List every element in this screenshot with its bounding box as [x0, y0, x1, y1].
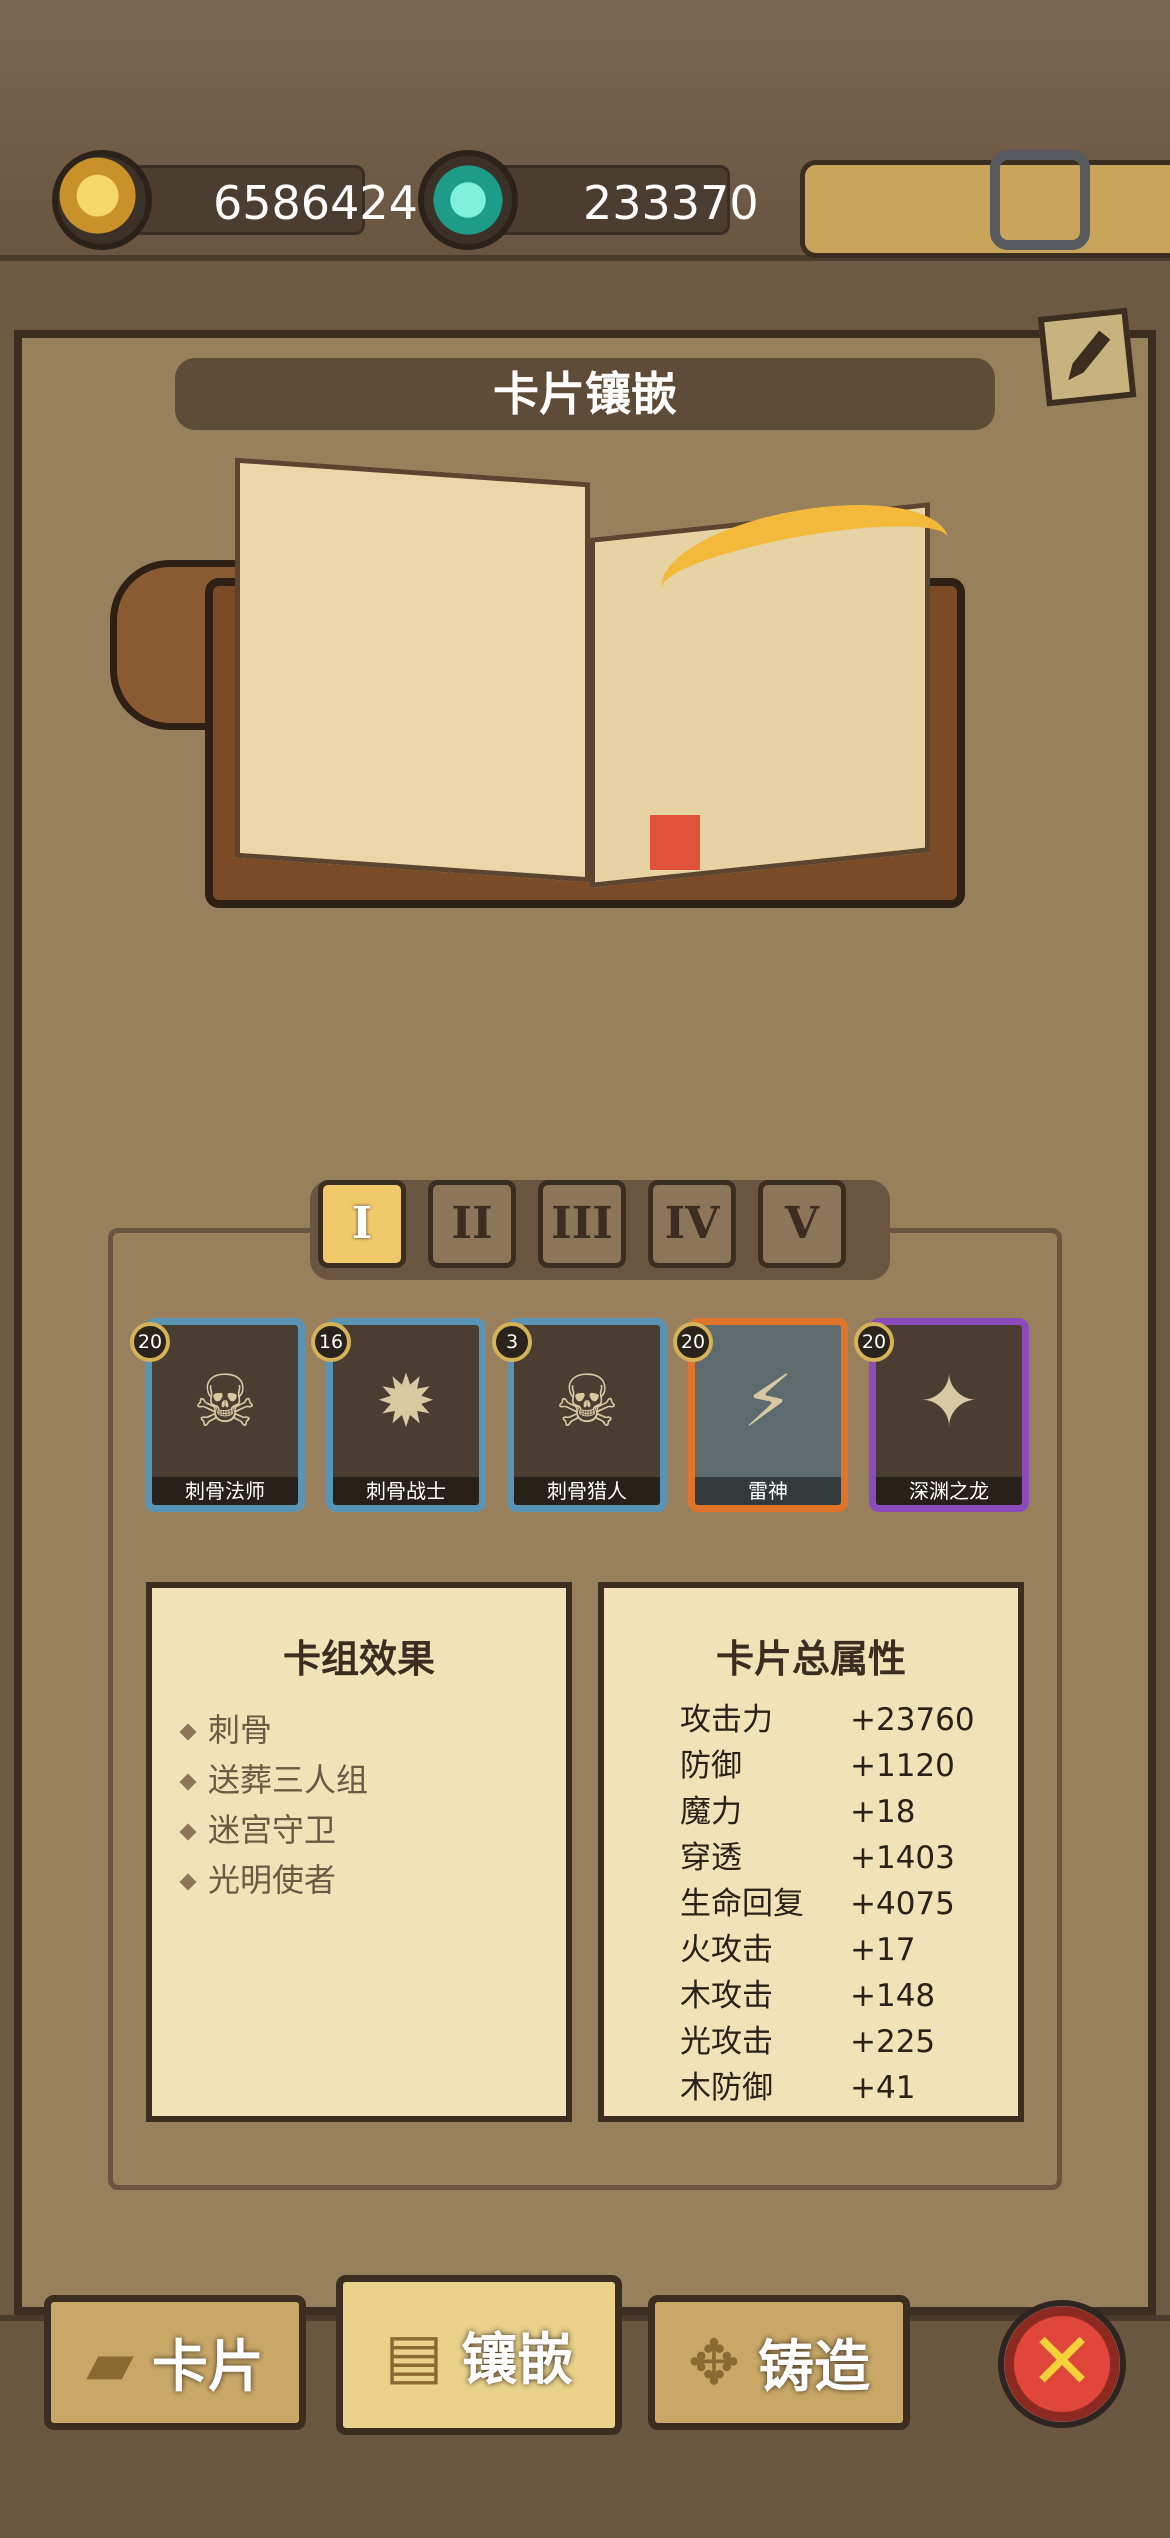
card-level-badge: 20 [130, 1322, 170, 1362]
stat-row: 生命回复 +4075 [680, 1886, 955, 1922]
list-item: 送葬三人组 [179, 1755, 566, 1805]
list-item: 刺骨 [179, 1705, 566, 1755]
card-stats-title: 卡片总属性 [715, 1637, 906, 1681]
inlay-nav-button[interactable]: ▤ 镶嵌 [336, 2275, 622, 2435]
page-title: 卡片镶嵌 [175, 358, 995, 430]
stats-list: 攻击力 +23760 防御 +1120 魔力 +18 穿透 +1403 生命回复 +407… [680, 1697, 975, 2111]
card-level-badge: 16 [311, 1322, 351, 1362]
tab-1[interactable]: I [318, 1180, 406, 1268]
deck-effects-panel: 卡组效果 刺骨 送葬三人组 迷宫守卫 光明使者 [146, 1582, 572, 2122]
card-name: 刺骨猎人 [514, 1477, 660, 1505]
stat-row: 火攻击 +17 [680, 1932, 916, 1968]
edit-button[interactable] [1037, 307, 1137, 407]
close-icon: ✕ [1029, 2317, 1095, 2407]
close-button[interactable]: ✕ [998, 2300, 1126, 2428]
card-name: 刺骨战士 [333, 1477, 479, 1505]
card-portrait-icon: ☠ [192, 1359, 258, 1443]
card-level-badge: 3 [492, 1322, 532, 1362]
cards-icon: ▰ [86, 2326, 134, 2399]
cards-nav-button[interactable]: ▰ 卡片 [44, 2295, 306, 2430]
book-icon: ▤ [384, 2318, 444, 2392]
bookmark-icon [650, 815, 700, 870]
card-stats-panel[interactable]: 卡片总属性 攻击力 +23760 防御 +1120 魔力 +18 穿透 +1403 生命… [598, 1582, 1024, 2122]
stat-row: 防御 +1120 [680, 1748, 955, 1784]
gem-icon [418, 150, 518, 250]
card-portrait-icon: ✦ [918, 1359, 980, 1443]
card-portrait-icon: ✹ [375, 1359, 437, 1443]
pencil-icon [1068, 330, 1111, 381]
stat-row: 木防御 +41 [680, 2070, 916, 2106]
diamond-icon [179, 1823, 197, 1841]
tab-2[interactable]: II [428, 1180, 516, 1268]
leather-strap-decoration [800, 160, 1170, 258]
tab-5[interactable]: V [758, 1180, 846, 1268]
deck-effects-title: 卡组效果 [282, 1637, 435, 1681]
forge-nav-label: 铸造 [757, 2335, 870, 2400]
card-level-badge: 20 [673, 1322, 713, 1362]
forge-icon: ✥ [688, 2326, 740, 2399]
tab-4[interactable]: IV [648, 1180, 736, 1268]
card-portrait-icon: ☠ [554, 1359, 620, 1443]
deck-effects-list: 刺骨 送葬三人组 迷宫守卫 光明使者 [179, 1705, 566, 1905]
card-name: 深渊之龙 [876, 1477, 1022, 1505]
card-portrait-icon: ⚡ [742, 1359, 794, 1443]
card-level-badge: 20 [854, 1322, 894, 1362]
forge-nav-button[interactable]: ✥ 铸造 [648, 2295, 910, 2430]
gem-amount: 233370 [583, 176, 759, 230]
buckle-icon [990, 150, 1090, 250]
diamond-icon [179, 1723, 197, 1741]
stat-row: 光攻击 +225 [680, 2024, 936, 2060]
card-name: 刺骨法师 [152, 1477, 298, 1505]
stat-row: 木攻击 +148 [680, 1978, 936, 2014]
diamond-icon [179, 1873, 197, 1891]
list-item: 光明使者 [179, 1855, 566, 1905]
list-item: 迷宫守卫 [179, 1805, 566, 1855]
inlay-nav-label: 镶嵌 [461, 2327, 574, 2393]
cards-nav-label: 卡片 [151, 2335, 264, 2400]
stat-row: 攻击力 +23760 [680, 1702, 975, 1738]
book-left-page [235, 457, 590, 883]
tab-3[interactable]: III [538, 1180, 626, 1268]
diamond-icon [179, 1773, 197, 1791]
stat-row: 魔力 +18 [680, 1794, 916, 1830]
gold-icon [52, 150, 152, 250]
stat-row: 穿透 +1403 [680, 1840, 955, 1876]
card-name: 雷神 [695, 1477, 841, 1505]
